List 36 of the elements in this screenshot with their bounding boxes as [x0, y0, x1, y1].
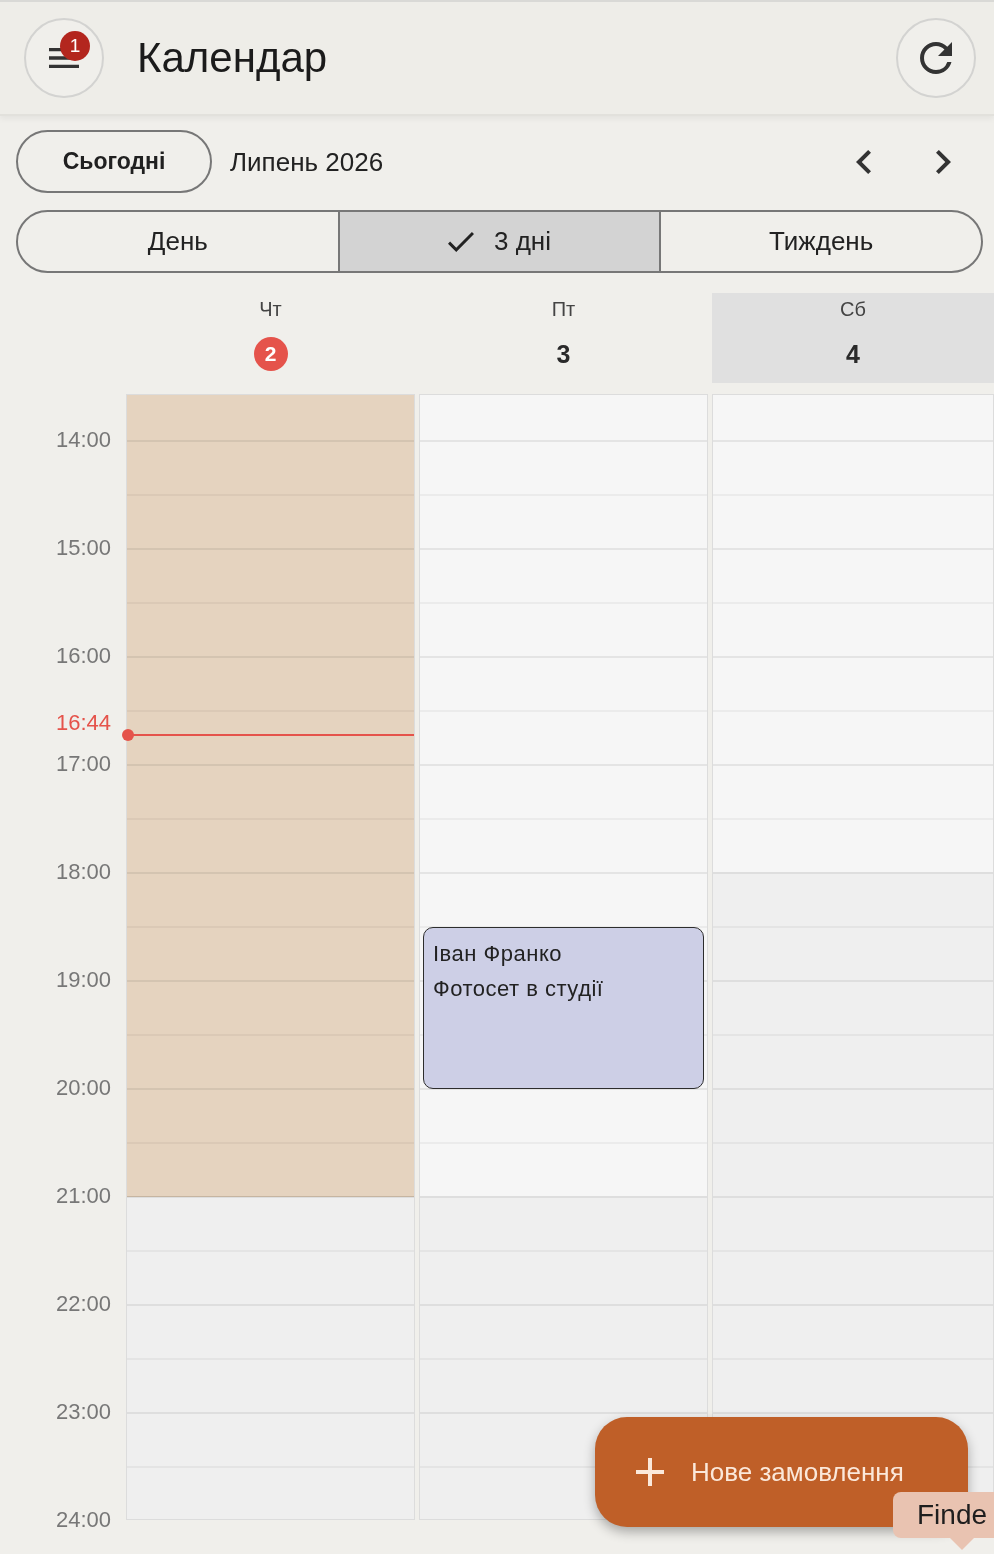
month-label: Липень 2026	[230, 145, 384, 178]
chevron-left-icon	[855, 149, 871, 174]
refresh-icon	[920, 42, 952, 74]
time-label: 16:00	[55, 643, 111, 669]
app-title: Календар	[137, 33, 328, 83]
chevron-right-icon	[935, 149, 951, 174]
time-label: 24:00	[55, 1507, 111, 1533]
weekday-label: Чт	[259, 297, 282, 321]
time-label: 22:00	[55, 1291, 111, 1317]
menu-button[interactable]: 1	[24, 18, 104, 98]
notification-badge: 1	[60, 31, 90, 61]
time-label: 23:00	[55, 1399, 111, 1425]
time-label: 15:00	[55, 535, 111, 561]
time-label: 19:00	[55, 967, 111, 993]
day-date[interactable]: 2	[253, 337, 288, 371]
check-icon	[448, 231, 474, 252]
time-label: 17:00	[55, 751, 111, 777]
time-label: 18:00	[55, 859, 111, 885]
view-tab[interactable]: Тиждень	[659, 212, 981, 271]
time-label: 20:00	[55, 1075, 111, 1101]
view-tab[interactable]: День	[18, 212, 338, 271]
time-label: 14:00	[55, 427, 111, 453]
day-date[interactable]: 3	[556, 337, 571, 371]
plus-icon	[636, 1458, 664, 1486]
weekday-label: Сб	[840, 297, 866, 321]
tooltip: Finde	[893, 1492, 994, 1550]
event-card[interactable]: Іван Франко Фотосет в студії	[423, 927, 704, 1089]
weekday-label: Пт	[551, 297, 576, 321]
event-description: Фотосет в студії	[433, 975, 604, 1003]
event-client: Іван Франко	[433, 940, 562, 968]
current-time-label: 16:44	[55, 710, 111, 737]
current-time-dot-icon	[122, 729, 134, 742]
time-label: 21:00	[55, 1183, 111, 1209]
view-tab[interactable]: 3 дні	[337, 212, 660, 271]
day-date[interactable]: 4	[846, 337, 860, 371]
today-button[interactable]: Сьогодні	[16, 130, 212, 193]
